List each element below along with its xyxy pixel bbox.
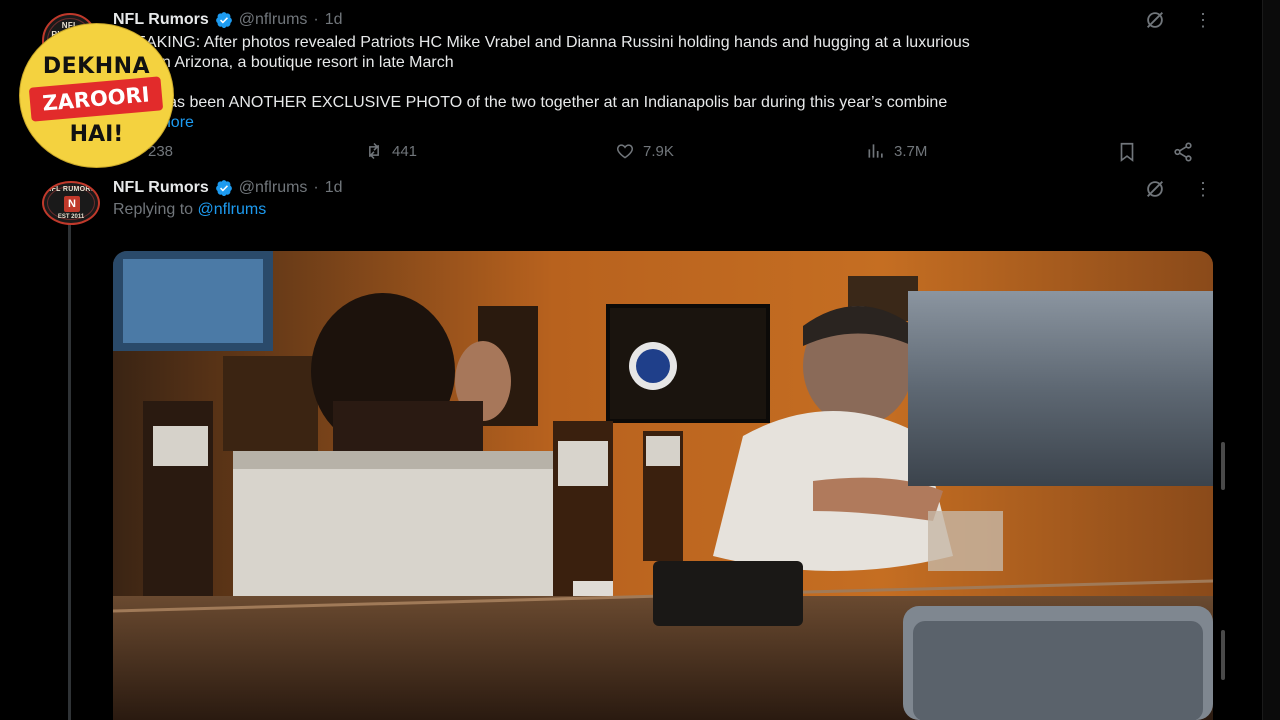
timestamp[interactable]: 1d bbox=[325, 11, 343, 29]
verified-badge-icon bbox=[215, 12, 232, 29]
timestamp[interactable]: 1d bbox=[325, 179, 343, 197]
more-icon[interactable]: ⋮ bbox=[1194, 11, 1212, 29]
grok-icon[interactable] bbox=[1144, 178, 1166, 200]
separator-dot: · bbox=[313, 179, 319, 196]
like-count: 7.9K bbox=[643, 142, 674, 160]
overlay-sticker-badge: DEKHNA ZAROORI HAI! bbox=[20, 24, 173, 167]
bar-scene-image: ee bbox=[113, 251, 1213, 720]
repost-button[interactable]: 441 bbox=[364, 141, 417, 161]
grok-icon[interactable] bbox=[1144, 9, 1166, 31]
share-icon[interactable] bbox=[1172, 141, 1194, 163]
tweet-header: NFL Rumors @nflrums · 1d bbox=[113, 11, 343, 29]
tweet-header: NFL Rumors @nflrums · 1d bbox=[113, 179, 343, 197]
timeline-feed: NFL RUMORS N EST 2011 NFL Rumors @nflrum… bbox=[0, 0, 1262, 720]
right-rail bbox=[1221, 0, 1280, 720]
badge-line-2: ZAROORI bbox=[28, 76, 164, 122]
bookmark-icon[interactable] bbox=[1116, 141, 1138, 163]
author-handle[interactable]: @nflrums bbox=[239, 11, 308, 29]
like-button[interactable]: 7.9K bbox=[615, 141, 674, 161]
verified-badge-icon bbox=[215, 180, 232, 197]
scrollbar-thumb[interactable] bbox=[1221, 442, 1225, 490]
author-name[interactable]: NFL Rumors bbox=[113, 11, 209, 29]
views-button[interactable]: 3.7M bbox=[866, 141, 927, 161]
heart-icon bbox=[616, 144, 634, 159]
views-count: 3.7M bbox=[894, 142, 928, 160]
tweet-top-actions: ⋮ bbox=[1144, 178, 1212, 200]
thread-line bbox=[68, 225, 71, 720]
avatar-logo: N bbox=[64, 196, 80, 212]
badge-line-1: DEKHNA bbox=[42, 54, 151, 79]
separator-dot: · bbox=[313, 11, 319, 28]
tweet-text: BREAKING: After photos revealed Patriots… bbox=[113, 33, 1223, 133]
tweet-text-line: BREAKING: After photos revealed Patriots… bbox=[113, 34, 970, 51]
avatar-top-text: NFL RUMORS bbox=[46, 186, 96, 193]
repost-count: 441 bbox=[392, 142, 418, 160]
tweet-text-line: resort in Arizona, a boutique resort in … bbox=[113, 54, 454, 71]
author-handle[interactable]: @nflrums bbox=[239, 179, 308, 197]
replying-to: Replying to @nflrums bbox=[113, 201, 266, 219]
tweet-top-actions: ⋮ bbox=[1144, 9, 1212, 31]
more-icon[interactable]: ⋮ bbox=[1194, 180, 1212, 198]
repost-icon bbox=[369, 142, 379, 160]
badge-line-3: HAI! bbox=[69, 122, 124, 147]
tweet-photo[interactable]: ee bbox=[113, 251, 1213, 720]
tweet-metrics: 238 441 7.9K 3.7M bbox=[0, 141, 1262, 163]
views-icon bbox=[868, 144, 883, 158]
scrollbar-thumb[interactable] bbox=[1221, 630, 1225, 680]
avatar[interactable]: NFL RUMORS N EST 2011 bbox=[42, 181, 100, 225]
avatar-bottom-text: EST 2011 bbox=[57, 214, 85, 220]
replying-to-mention[interactable]: @nflrums bbox=[198, 201, 267, 218]
author-name[interactable]: NFL Rumors bbox=[113, 179, 209, 197]
replying-to-label: Replying to bbox=[113, 201, 194, 218]
tweet-text-line: There has been ANOTHER EXCLUSIVE PHOTO o… bbox=[113, 94, 948, 111]
tweet-text-line bbox=[113, 73, 1223, 93]
